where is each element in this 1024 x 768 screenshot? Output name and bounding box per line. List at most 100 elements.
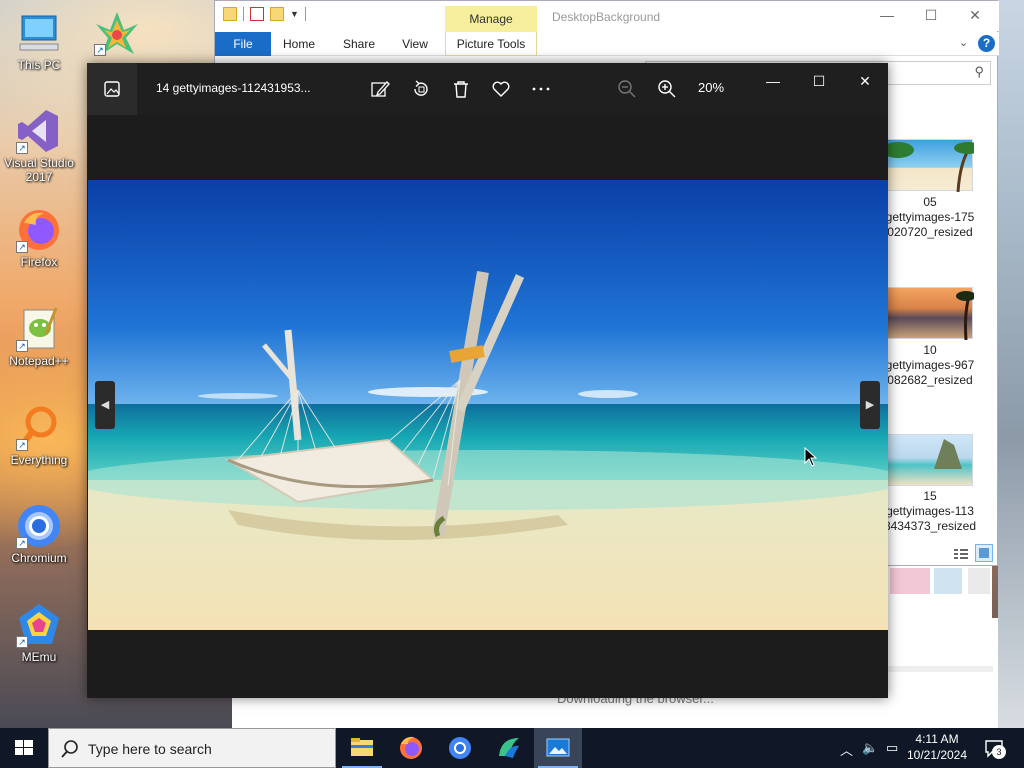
desktop-icon-firefox[interactable]: ↗ Firefox: [0, 207, 78, 269]
ribbon-tabs: File Home Share View Picture Tools ⌄ ?: [215, 32, 999, 56]
explorer-titlebar[interactable]: ▼ Manage DesktopBackground — ☐ ✕: [215, 1, 999, 32]
file-thumbnail[interactable]: [887, 434, 973, 486]
notification-center-icon[interactable]: 3: [984, 738, 1006, 761]
folder-icon[interactable]: [223, 7, 237, 21]
file-thumbnail[interactable]: [887, 287, 974, 340]
windows-logo-icon: [15, 740, 33, 755]
shortcut-arrow-icon: ↗: [16, 537, 28, 549]
tab-view[interactable]: View: [395, 32, 435, 56]
new-folder-icon[interactable]: [270, 7, 284, 21]
edit-icon[interactable]: [366, 75, 394, 103]
search-placeholder: Type here to search: [88, 741, 212, 757]
large-icons-view-icon[interactable]: [975, 544, 993, 562]
shortcut-arrow-icon: ↗: [16, 241, 28, 253]
shortcut-arrow-icon: ↗: [94, 44, 106, 56]
shortcut-arrow-icon: ↗: [16, 142, 28, 154]
desktop-icon-label: This PC: [17, 58, 61, 72]
volume-muted-icon[interactable]: 🔈: [862, 740, 878, 756]
file-thumbnail[interactable]: [887, 139, 974, 192]
properties-icon[interactable]: [250, 7, 264, 21]
tab-file[interactable]: File: [215, 32, 271, 56]
shortcut-arrow-icon: ↗: [16, 340, 28, 352]
close-icon[interactable]: ✕: [965, 7, 985, 24]
taskbar-app-chromium[interactable]: [436, 728, 484, 768]
file-caption[interactable]: 15 gettyimages-113 8434373_resized: [880, 489, 980, 534]
taskbar-app-photos[interactable]: [534, 728, 582, 768]
taskbar: Type here to search ︿ 🔈 ▭ 4:11 AM 10/21/…: [0, 728, 1024, 768]
customize-dropdown-icon[interactable]: ▼: [290, 9, 299, 19]
previous-photo-button[interactable]: ◀: [95, 381, 115, 429]
chromium-icon: [449, 737, 471, 759]
desktop-icon-label: Visual Studio 2017: [4, 156, 74, 184]
rotate-icon[interactable]: [407, 75, 435, 103]
file-caption[interactable]: 05 gettyimages-175 020720_resized: [880, 195, 980, 240]
shortcut-arrow-icon: ↗: [16, 439, 28, 451]
clock-time: 4:11 AM: [915, 732, 959, 746]
file-caption[interactable]: 10 gettyimages-967 082682_resized: [880, 343, 980, 388]
tab-share[interactable]: Share: [337, 32, 381, 56]
mouse-cursor-icon: [804, 446, 818, 470]
quick-access-toolbar: ▼: [223, 7, 306, 21]
photos-app-icon: [546, 738, 570, 757]
network-icon[interactable]: ▭: [886, 740, 898, 756]
shortcut-arrow-icon: ↗: [16, 636, 28, 648]
desktop-icon-notepad-plus[interactable]: ↗ Notepad++: [0, 306, 78, 368]
everything-search-icon: ↗: [16, 405, 62, 451]
maximize-icon[interactable]: ☐: [921, 7, 941, 24]
chromium-icon: ↗: [16, 503, 62, 549]
search-icon: [61, 740, 78, 758]
firefox-icon: [400, 736, 422, 759]
desktop-icon-label: Chromium: [11, 551, 67, 565]
notification-count-badge: 3: [992, 745, 1006, 759]
tab-home[interactable]: Home: [277, 32, 321, 56]
delete-icon[interactable]: [447, 75, 475, 103]
close-icon[interactable]: ✕: [853, 73, 877, 93]
photos-toolbar: 14 gettyimages-112431953... 20% — ☐ ✕: [87, 63, 888, 115]
manage-context-tab[interactable]: Manage: [445, 6, 537, 32]
system-clock[interactable]: 4:11 AM 10/21/2024: [902, 731, 972, 763]
desktop-icon-label: MEmu: [21, 650, 57, 664]
desktop-icon-label: Everything: [10, 453, 68, 467]
details-view-icon[interactable]: [952, 545, 970, 563]
desktop-icon-everything[interactable]: ↗ Everything: [0, 405, 78, 467]
taskbar-app-firefox[interactable]: [387, 728, 435, 768]
desktop-icon-memu[interactable]: ↗ MEmu: [0, 602, 78, 664]
tab-picture-tools[interactable]: Picture Tools: [445, 32, 537, 56]
maximize-icon[interactable]: ☐: [807, 73, 831, 93]
minimize-icon[interactable]: —: [877, 7, 897, 23]
gallery-button[interactable]: [87, 63, 137, 115]
taskbar-app-file-explorer[interactable]: [338, 728, 386, 768]
zoom-in-icon[interactable]: [653, 75, 681, 103]
visual-studio-icon: ↗: [16, 108, 62, 154]
notepad-plus-icon: ↗: [16, 306, 62, 352]
desktop-icon-chromium[interactable]: ↗ Chromium: [0, 503, 78, 565]
computer-icon: [16, 10, 62, 56]
more-icon[interactable]: [527, 75, 555, 103]
photos-viewer-window[interactable]: 14 gettyimages-112431953... 20% — ☐ ✕ ◀ …: [87, 63, 888, 698]
zoom-out-icon[interactable]: [613, 75, 641, 103]
taskbar-search-input[interactable]: Type here to search: [48, 728, 336, 768]
desktop-icon-multi-ie[interactable]: ↗: [78, 10, 156, 56]
minimize-icon[interactable]: —: [761, 73, 785, 93]
start-button[interactable]: [0, 728, 48, 768]
zoom-level[interactable]: 20%: [698, 80, 724, 95]
clock-date: 10/21/2024: [906, 748, 968, 762]
search-icon: ⚲: [974, 64, 984, 79]
show-hidden-icons-chevron-icon[interactable]: ︿: [840, 740, 853, 759]
multi-ie-icon: [499, 738, 519, 758]
firefox-icon: ↗: [16, 207, 62, 253]
folder-icon: [351, 738, 373, 756]
photo-title: 14 gettyimages-112431953...: [156, 81, 311, 95]
taskbar-app-multi-ie[interactable]: [485, 728, 533, 768]
desktop-icon-label: Notepad++: [9, 354, 69, 368]
desktop-icon-this-pc[interactable]: This PC: [0, 10, 78, 72]
next-photo-button[interactable]: ▶: [860, 381, 880, 429]
favorite-icon[interactable]: [487, 75, 515, 103]
background-browser-thumbnails: [888, 566, 992, 618]
photo-content-beach-hammock[interactable]: [88, 180, 888, 630]
ribbon-expand-chevron-icon[interactable]: ⌄: [959, 36, 968, 49]
help-icon[interactable]: ?: [978, 35, 995, 52]
memu-icon: ↗: [16, 602, 62, 648]
desktop-icon-visual-studio[interactable]: ↗ Visual Studio 2017: [0, 108, 78, 184]
multi-ie-icon: ↗: [94, 10, 140, 56]
